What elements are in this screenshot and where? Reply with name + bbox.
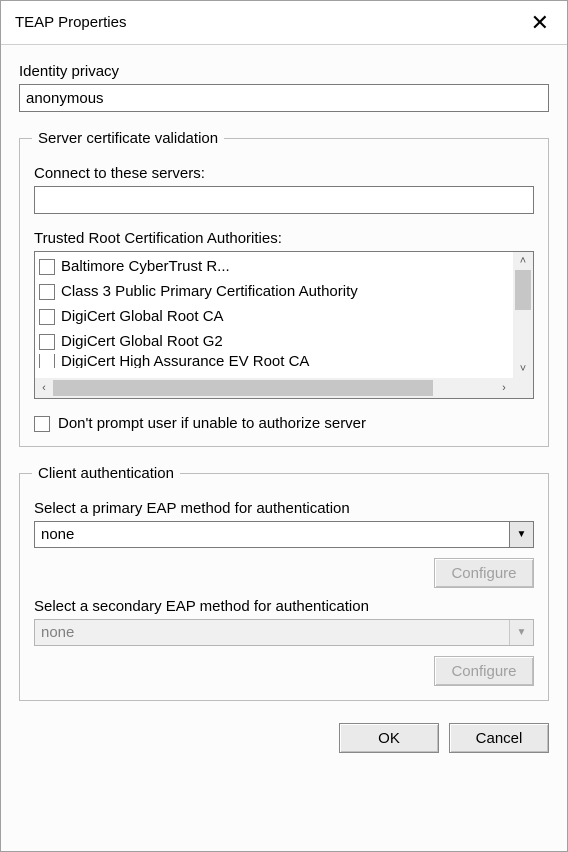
- list-item[interactable]: Baltimore CyberTrust R...: [39, 254, 509, 279]
- list-item[interactable]: DigiCert High Assurance EV Root CA: [39, 354, 509, 368]
- list-item-label: DigiCert Global Root CA: [61, 308, 224, 325]
- titlebar: TEAP Properties ✕: [1, 1, 567, 45]
- connect-servers-label: Connect to these servers:: [34, 165, 534, 182]
- identity-section: Identity privacy: [19, 63, 549, 112]
- trusted-root-list: Baltimore CyberTrust R... Class 3 Public…: [35, 252, 513, 378]
- list-item-label: Class 3 Public Primary Certification Aut…: [61, 283, 358, 300]
- list-item-label: DigiCert High Assurance EV Root CA: [61, 354, 309, 368]
- dont-prompt-label: Don't prompt user if unable to authorize…: [58, 415, 366, 432]
- scroll-track[interactable]: [53, 378, 495, 398]
- checkbox-icon[interactable]: [39, 334, 55, 350]
- server-validation-group: Server certificate validation Connect to…: [19, 130, 549, 447]
- primary-eap-select[interactable]: none ▼: [34, 521, 534, 548]
- secondary-eap-value: none: [35, 620, 509, 645]
- dialog-window: TEAP Properties ✕ Identity privacy Serve…: [0, 0, 568, 852]
- dialog-footer: OK Cancel: [19, 711, 549, 753]
- client-auth-group: Client authentication Select a primary E…: [19, 465, 549, 701]
- window-title: TEAP Properties: [15, 14, 126, 31]
- scroll-corner: [513, 378, 533, 398]
- checkbox-icon[interactable]: [39, 284, 55, 300]
- scroll-down-icon[interactable]: ˅: [513, 360, 533, 378]
- list-item-label: Baltimore CyberTrust R...: [61, 258, 230, 275]
- list-item[interactable]: Class 3 Public Primary Certification Aut…: [39, 279, 509, 304]
- primary-eap-value: none: [35, 522, 509, 547]
- configure-secondary-button: Configure: [434, 656, 534, 686]
- list-item-label: DigiCert Global Root G2: [61, 333, 223, 350]
- primary-eap-label: Select a primary EAP method for authenti…: [34, 500, 534, 517]
- scroll-up-icon[interactable]: ˄: [513, 252, 533, 270]
- scroll-right-icon[interactable]: ›: [495, 378, 513, 398]
- trusted-root-label: Trusted Root Certification Authorities:: [34, 230, 534, 247]
- chevron-down-icon: ▼: [517, 627, 527, 638]
- dont-prompt-row[interactable]: Don't prompt user if unable to authorize…: [34, 415, 534, 432]
- checkbox-icon[interactable]: [39, 354, 55, 368]
- checkbox-icon[interactable]: [34, 416, 50, 432]
- identity-privacy-label: Identity privacy: [19, 63, 549, 80]
- checkbox-icon[interactable]: [39, 309, 55, 325]
- scroll-thumb[interactable]: [515, 270, 531, 310]
- cancel-button[interactable]: Cancel: [449, 723, 549, 753]
- close-icon[interactable]: ✕: [525, 12, 555, 34]
- list-item[interactable]: DigiCert Global Root CA: [39, 304, 509, 329]
- vertical-scrollbar[interactable]: ˄ ˅: [513, 252, 533, 378]
- ok-button[interactable]: OK: [339, 723, 439, 753]
- dropdown-button: ▼: [509, 620, 533, 645]
- connect-servers-input[interactable]: [34, 186, 534, 214]
- client-auth-legend: Client authentication: [32, 465, 180, 482]
- scroll-left-icon[interactable]: ‹: [35, 378, 53, 398]
- dialog-body: Identity privacy Server certificate vali…: [1, 45, 567, 851]
- server-validation-legend: Server certificate validation: [32, 130, 224, 147]
- horizontal-scrollbar[interactable]: ‹ ›: [35, 378, 533, 398]
- chevron-down-icon: ▼: [517, 529, 527, 540]
- identity-privacy-input[interactable]: [19, 84, 549, 112]
- dropdown-button[interactable]: ▼: [509, 522, 533, 547]
- configure-primary-button: Configure: [434, 558, 534, 588]
- list-item[interactable]: DigiCert Global Root G2: [39, 329, 509, 354]
- secondary-eap-select: none ▼: [34, 619, 534, 646]
- secondary-eap-label: Select a secondary EAP method for authen…: [34, 598, 534, 615]
- checkbox-icon[interactable]: [39, 259, 55, 275]
- trusted-root-listbox[interactable]: Baltimore CyberTrust R... Class 3 Public…: [34, 251, 534, 399]
- scroll-thumb[interactable]: [53, 380, 433, 396]
